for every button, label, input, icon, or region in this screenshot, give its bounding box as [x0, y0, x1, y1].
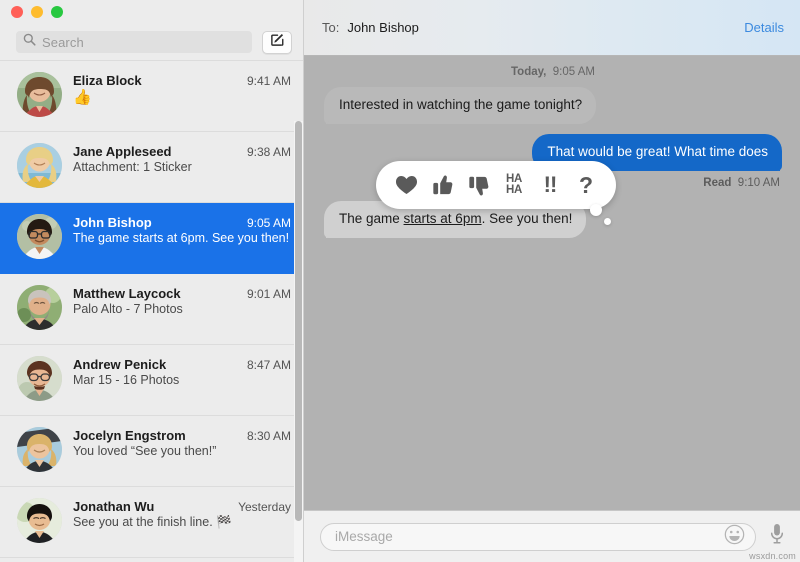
avatar [17, 214, 62, 259]
zoom-window-button[interactable] [51, 6, 63, 18]
message-text-after: . See you then! [482, 211, 573, 226]
message-preview: You loved “See you then!” [73, 444, 291, 459]
conversation-time: 9:05 AM [247, 216, 291, 230]
avatar [17, 356, 62, 401]
message-preview: 👍 [73, 89, 291, 106]
conversation-item-matthew-laycock[interactable]: Matthew Laycock 9:01 AM Palo Alto - 7 Ph… [0, 274, 303, 345]
sidebar-scrollbar-thumb[interactable] [295, 121, 302, 521]
conversation-content: Jane Appleseed 9:38 AM Attachment: 1 Sti… [73, 143, 291, 175]
conversation-list[interactable]: Eliza Block 9:41 AM 👍 [0, 60, 303, 562]
contact-name: John Bishop [73, 215, 152, 230]
conversation-header: To: John Bishop Details [304, 0, 800, 56]
bubble-tail [775, 156, 787, 171]
minimize-window-button[interactable] [31, 6, 43, 18]
search-icon [23, 33, 36, 51]
message-preview: Attachment: 1 Sticker [73, 160, 291, 175]
avatar [17, 143, 62, 188]
contact-name: Matthew Laycock [73, 286, 181, 301]
contact-name: Jocelyn Engstrom [73, 428, 186, 443]
conversation-content: Jonathan Wu Yesterday See you at the fin… [73, 498, 291, 530]
imessage-input[interactable]: iMessage [320, 523, 756, 551]
conversation-time: 9:41 AM [247, 74, 291, 88]
contact-name: Jane Appleseed [73, 144, 172, 159]
smiley-icon[interactable] [724, 524, 745, 550]
conversation-time: 9:38 AM [247, 145, 291, 159]
tapback-tail-dot-large [590, 204, 602, 216]
avatar [17, 498, 62, 543]
contact-name: Eliza Block [73, 73, 142, 88]
conversation-content: Matthew Laycock 9:01 AM Palo Alto - 7 Ph… [73, 285, 291, 317]
conversation-item-john-bishop[interactable]: John Bishop 9:05 AM The game starts at 6… [0, 203, 303, 274]
microphone-icon [770, 523, 784, 550]
tapback-tail-dot-small [604, 218, 611, 225]
details-button[interactable]: Details [744, 20, 784, 35]
watermark: wsxdn.com [749, 551, 796, 561]
haha-line-2: HA [506, 185, 522, 196]
message-bubble-incoming[interactable]: Interested in watching the game tonight? [324, 87, 596, 124]
conversation-item-andrew-penick[interactable]: Andrew Penick 8:47 AM Mar 15 - 16 Photos [0, 345, 303, 416]
conversation-time: 8:47 AM [247, 358, 291, 372]
message-thread[interactable]: Today, 9:05 AM Interested in watching th… [304, 56, 800, 510]
bubble-tail [319, 109, 331, 124]
window-titlebar [0, 0, 303, 24]
messages-window: Search [0, 0, 800, 562]
bubble-tail [319, 223, 331, 238]
thumbs-down-icon[interactable] [461, 168, 495, 202]
exclamation-icon[interactable]: !! [533, 168, 567, 202]
conversation-content: Eliza Block 9:41 AM 👍 [73, 72, 291, 106]
microphone-button[interactable] [766, 523, 788, 550]
recipient-field[interactable]: John Bishop [347, 20, 744, 35]
message-preview: Palo Alto - 7 Photos [73, 302, 291, 317]
data-detector-link[interactable]: starts at 6pm [404, 211, 482, 226]
timestamp-time: 9:05 AM [553, 66, 595, 78]
message-composer: iMessage [304, 510, 800, 562]
receipt-time: 9:10 AM [738, 177, 780, 189]
close-window-button[interactable] [11, 6, 23, 18]
conversation-content: John Bishop 9:05 AM The game starts at 6… [73, 214, 291, 246]
conversation-content: Jocelyn Engstrom 8:30 AM You loved “See … [73, 427, 291, 459]
heart-icon[interactable] [389, 168, 423, 202]
conversation-item-eliza-block[interactable]: Eliza Block 9:41 AM 👍 [0, 61, 303, 132]
search-row: Search [0, 24, 303, 60]
conversation-time: 8:30 AM [247, 429, 291, 443]
search-input[interactable]: Search [16, 31, 252, 53]
conversation-item-jonathan-wu[interactable]: Jonathan Wu Yesterday See you at the fin… [0, 487, 303, 558]
sidebar: Search [0, 0, 303, 562]
compose-icon [270, 32, 285, 52]
imessage-placeholder: iMessage [335, 529, 724, 544]
conversation-item-jane-appleseed[interactable]: Jane Appleseed 9:38 AM Attachment: 1 Sti… [0, 132, 303, 203]
conversation-time: Yesterday [238, 500, 291, 514]
timestamp-day: Today, [511, 66, 546, 78]
search-placeholder: Search [42, 35, 84, 50]
avatar [17, 285, 62, 330]
sidebar-scrollbar[interactable] [294, 121, 303, 562]
message-text-before: The game [339, 211, 404, 226]
to-label: To: [322, 20, 339, 35]
thread-timestamp: Today, 9:05 AM [324, 66, 782, 78]
contact-name: Andrew Penick [73, 357, 166, 372]
avatar [17, 427, 62, 472]
compose-button[interactable] [262, 31, 292, 54]
conversation-item-jocelyn-engstrom[interactable]: Jocelyn Engstrom 8:30 AM You loved “See … [0, 416, 303, 487]
receipt-label: Read [703, 177, 731, 189]
contact-name: Jonathan Wu [73, 499, 154, 514]
thumbs-up-icon[interactable] [425, 168, 459, 202]
question-icon[interactable]: ? [569, 168, 603, 202]
message-row-incoming-1: Interested in watching the game tonight? [324, 87, 782, 124]
message-preview: The game starts at 6pm. See you then! [73, 231, 291, 246]
message-preview: See you at the finish line. 🏁 [73, 515, 291, 530]
conversation-time: 9:01 AM [247, 287, 291, 301]
exclamation-label: !! [544, 174, 557, 196]
conversation-content: Andrew Penick 8:47 AM Mar 15 - 16 Photos [73, 356, 291, 388]
message-preview: Mar 15 - 16 Photos [73, 373, 291, 388]
conversation-pane: To: John Bishop Details Today, 9:05 AM I… [304, 0, 800, 562]
haha-icon[interactable]: HA HA [497, 168, 531, 202]
question-label: ? [579, 174, 593, 197]
avatar [17, 72, 62, 117]
tapback-popup[interactable]: HA HA !! ? [376, 161, 616, 209]
